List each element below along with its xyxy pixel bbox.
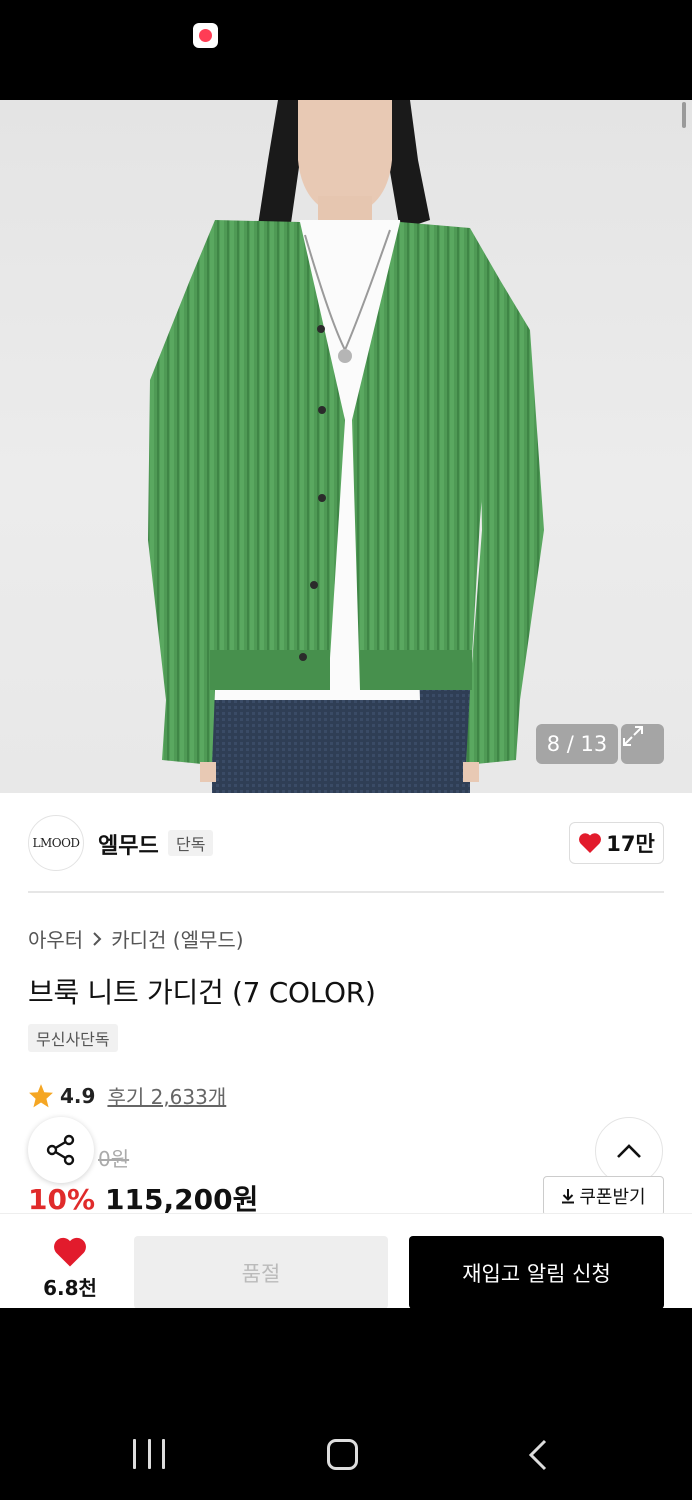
brand-logo[interactable]: LMOOD bbox=[28, 815, 84, 871]
chevron-up-icon bbox=[617, 1144, 641, 1158]
scroll-indicator[interactable] bbox=[682, 102, 686, 128]
breadcrumb-category[interactable]: 아우터 bbox=[28, 924, 83, 953]
coupon-button[interactable]: 쿠폰받기 bbox=[543, 1176, 664, 1216]
brand-like-button[interactable]: 17만 bbox=[569, 822, 664, 864]
back-button[interactable] bbox=[527, 1438, 549, 1472]
star-icon bbox=[29, 1084, 53, 1108]
exclusive-badge: 단독 bbox=[168, 830, 214, 856]
restock-alert-button[interactable]: 재입고 알림 신청 bbox=[409, 1236, 664, 1309]
system-nav-bar bbox=[0, 1308, 692, 1500]
product-title: 브룩 니트 가디건 (7 COLOR) bbox=[28, 976, 376, 1009]
exclusive-tag: 무신사단독 bbox=[28, 1024, 118, 1052]
product-info: LMOOD 엘무드 단독 17만 아우터 카디건 (엘무드) 브룩 니트 가디건… bbox=[0, 793, 692, 1216]
breadcrumb-subcategory[interactable]: 카디건 (엘무드) bbox=[111, 924, 243, 953]
scroll-top-button[interactable] bbox=[595, 1117, 663, 1185]
favorite-button[interactable]: 6.8천 bbox=[28, 1236, 112, 1306]
image-counter: 8 / 13 bbox=[536, 724, 618, 764]
brand-like-count: 17만 bbox=[606, 832, 655, 856]
price-row: 10% 115,200원 bbox=[28, 1178, 258, 1218]
heart-icon bbox=[579, 833, 602, 853]
product-photo bbox=[148, 100, 544, 793]
soldout-button[interactable]: 품절 bbox=[134, 1236, 388, 1309]
coupon-label: 쿠폰받기 bbox=[579, 1187, 646, 1208]
chevron-right-icon bbox=[93, 931, 102, 946]
download-icon bbox=[562, 1189, 575, 1204]
favorite-count: 6.8천 bbox=[43, 1276, 97, 1300]
brand-row[interactable]: LMOOD 엘무드 단독 17만 bbox=[28, 815, 664, 871]
share-icon bbox=[46, 1134, 75, 1166]
rating-row: 4.9 후기 2,633개 bbox=[28, 1081, 226, 1110]
expand-icon bbox=[623, 726, 643, 746]
bottom-action-bar: 6.8천 품절 재입고 알림 신청 bbox=[0, 1213, 692, 1309]
status-bar bbox=[0, 0, 692, 100]
heart-icon bbox=[54, 1237, 86, 1267]
recent-apps-button[interactable] bbox=[133, 1439, 165, 1469]
sale-price: 115,200원 bbox=[105, 1183, 259, 1216]
expand-button[interactable] bbox=[621, 724, 664, 764]
product-image-carousel[interactable]: 8 / 13 bbox=[0, 100, 692, 793]
discount-rate: 10% bbox=[28, 1183, 96, 1216]
share-button[interactable] bbox=[28, 1117, 94, 1183]
divider bbox=[28, 891, 664, 893]
original-price: 0원 bbox=[98, 1147, 130, 1171]
breadcrumb: 아우터 카디건 (엘무드) bbox=[28, 924, 244, 953]
notification-app-icon bbox=[193, 23, 218, 48]
reviews-link[interactable]: 후기 2,633개 bbox=[107, 1081, 226, 1110]
home-button[interactable] bbox=[327, 1439, 358, 1470]
rating-score: 4.9 bbox=[60, 1083, 96, 1108]
brand-name[interactable]: 엘무드 bbox=[98, 828, 159, 860]
